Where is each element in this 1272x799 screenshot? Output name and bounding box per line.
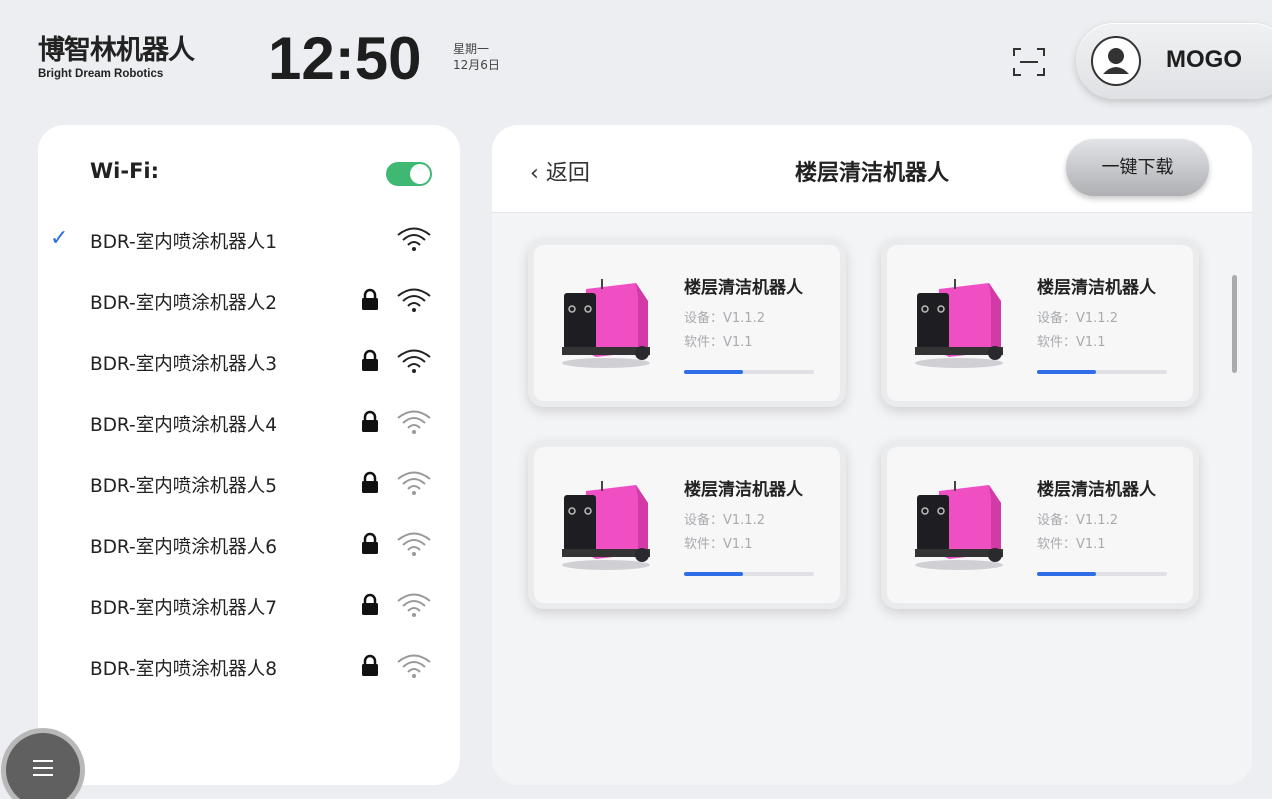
download-progress-fill xyxy=(684,572,743,576)
robot-card-title: 楼层清洁机器人 xyxy=(1037,480,1156,500)
toggle-knob xyxy=(410,164,430,184)
weekday-label: 星期一 xyxy=(453,42,490,56)
panel-header: ‹ 返回 楼层清洁机器人 一键下载 xyxy=(492,125,1252,213)
robot-card[interactable]: 楼层清洁机器人 设备：V1.1.2 软件：V1.1 xyxy=(528,441,846,609)
wifi-network-item[interactable]: BDR-室内喷涂机器人5 xyxy=(38,464,460,504)
wifi-signal-icon xyxy=(397,654,431,678)
lock-icon xyxy=(362,471,378,493)
download-all-button[interactable]: 一键下载 xyxy=(1066,139,1209,196)
logo-chinese-name: 博智林机器人 xyxy=(38,35,195,66)
robot-card-title: 楼层清洁机器人 xyxy=(684,278,803,298)
clock-time: 12:50 xyxy=(268,25,422,92)
avatar[interactable] xyxy=(1091,36,1141,86)
wifi-signal-icon xyxy=(397,349,431,373)
download-progress-fill xyxy=(1037,370,1096,374)
date-display: 星期一 12月6日 xyxy=(453,41,500,73)
wifi-signal-icon xyxy=(397,227,431,251)
wifi-signal-icon xyxy=(397,410,431,434)
wifi-signal-icon xyxy=(397,288,431,312)
wifi-signal-icon xyxy=(397,532,431,556)
wifi-network-item[interactable]: BDR-室内喷涂机器人8 xyxy=(38,647,460,687)
software-version: 软件：V1.1 xyxy=(684,537,753,552)
robot-card[interactable]: 楼层清洁机器人 设备：V1.1.2 软件：V1.1 xyxy=(881,239,1199,407)
download-progress-bar xyxy=(684,370,814,374)
floor-cleaning-robot-image xyxy=(915,481,1003,570)
lock-icon xyxy=(362,593,378,615)
wifi-network-name: BDR-室内喷涂机器人7 xyxy=(90,598,277,619)
wifi-network-item[interactable]: BDR-室内喷涂机器人2 xyxy=(38,281,460,321)
wifi-title: Wi-Fi: xyxy=(90,159,160,183)
download-progress-fill xyxy=(1037,572,1096,576)
logo-english-name: Bright Dream Robotics xyxy=(38,68,164,80)
robot-card-title: 楼层清洁机器人 xyxy=(1037,278,1156,298)
brand-logo: 博智林机器人 Bright Dream Robotics xyxy=(38,35,195,81)
lock-icon xyxy=(362,654,378,676)
wifi-network-name: BDR-室内喷涂机器人6 xyxy=(90,537,277,558)
lock-icon xyxy=(362,410,378,432)
download-progress-bar xyxy=(684,572,814,576)
check-icon: ✓ xyxy=(50,226,69,251)
username-label: MOGO xyxy=(1166,46,1242,73)
wifi-network-item[interactable]: BDR-室内喷涂机器人7 xyxy=(38,586,460,626)
software-version: 软件：V1.1 xyxy=(1037,335,1106,350)
robot-card[interactable]: 楼层清洁机器人 设备：V1.1.2 软件：V1.1 xyxy=(881,441,1199,609)
device-version: 设备：V1.1.2 xyxy=(1037,513,1118,528)
wifi-toggle[interactable] xyxy=(386,162,432,186)
scan-icon[interactable] xyxy=(1012,47,1046,77)
wifi-network-item[interactable]: BDR-室内喷涂机器人3 xyxy=(38,342,460,382)
lock-icon xyxy=(362,532,378,554)
lock-icon xyxy=(362,349,378,371)
top-bar: 博智林机器人 Bright Dream Robotics 12:50 星期一 1… xyxy=(0,0,1272,115)
wifi-network-name: BDR-室内喷涂机器人3 xyxy=(90,354,277,375)
wifi-signal-icon xyxy=(397,593,431,617)
software-version: 软件：V1.1 xyxy=(1037,537,1106,552)
lock-icon xyxy=(362,288,378,310)
wifi-network-item[interactable]: BDR-室内喷涂机器人4 xyxy=(38,403,460,443)
wifi-network-item[interactable]: BDR-室内喷涂机器人6 xyxy=(38,525,460,565)
device-version: 设备：V1.1.2 xyxy=(684,311,765,326)
device-version: 设备：V1.1.2 xyxy=(1037,311,1118,326)
download-progress-bar xyxy=(1037,370,1167,374)
download-progress-fill xyxy=(684,370,743,374)
wifi-network-name: BDR-室内喷涂机器人5 xyxy=(90,476,277,497)
menu-button[interactable] xyxy=(6,733,80,799)
wifi-network-item[interactable]: ✓ BDR-室内喷涂机器人1 xyxy=(38,220,460,260)
robot-card-title: 楼层清洁机器人 xyxy=(684,480,803,500)
user-icon xyxy=(1103,48,1129,74)
scrollbar[interactable] xyxy=(1232,275,1237,373)
hamburger-icon xyxy=(33,760,53,776)
floor-cleaning-robot-image xyxy=(562,481,650,570)
wifi-network-name: BDR-室内喷涂机器人8 xyxy=(90,659,277,680)
download-progress-bar xyxy=(1037,572,1167,576)
wifi-network-name: BDR-室内喷涂机器人4 xyxy=(90,415,277,436)
wifi-network-name: BDR-室内喷涂机器人1 xyxy=(90,232,277,253)
wifi-network-name: BDR-室内喷涂机器人2 xyxy=(90,293,277,314)
floor-cleaning-robot-image xyxy=(915,279,1003,368)
robot-list-panel: ‹ 返回 楼层清洁机器人 一键下载 楼层清洁机器人 设备：V1.1.2 软件：V… xyxy=(492,125,1252,785)
date-label: 12月6日 xyxy=(453,58,500,72)
floor-cleaning-robot-image xyxy=(562,279,650,368)
wifi-panel: Wi-Fi: ✓ BDR-室内喷涂机器人1 BDR-室内喷涂机器人2 BDR-室内… xyxy=(38,125,460,785)
software-version: 软件：V1.1 xyxy=(684,335,753,350)
wifi-signal-icon xyxy=(397,471,431,495)
robot-card[interactable]: 楼层清洁机器人 设备：V1.1.2 软件：V1.1 xyxy=(528,239,846,407)
device-version: 设备：V1.1.2 xyxy=(684,513,765,528)
